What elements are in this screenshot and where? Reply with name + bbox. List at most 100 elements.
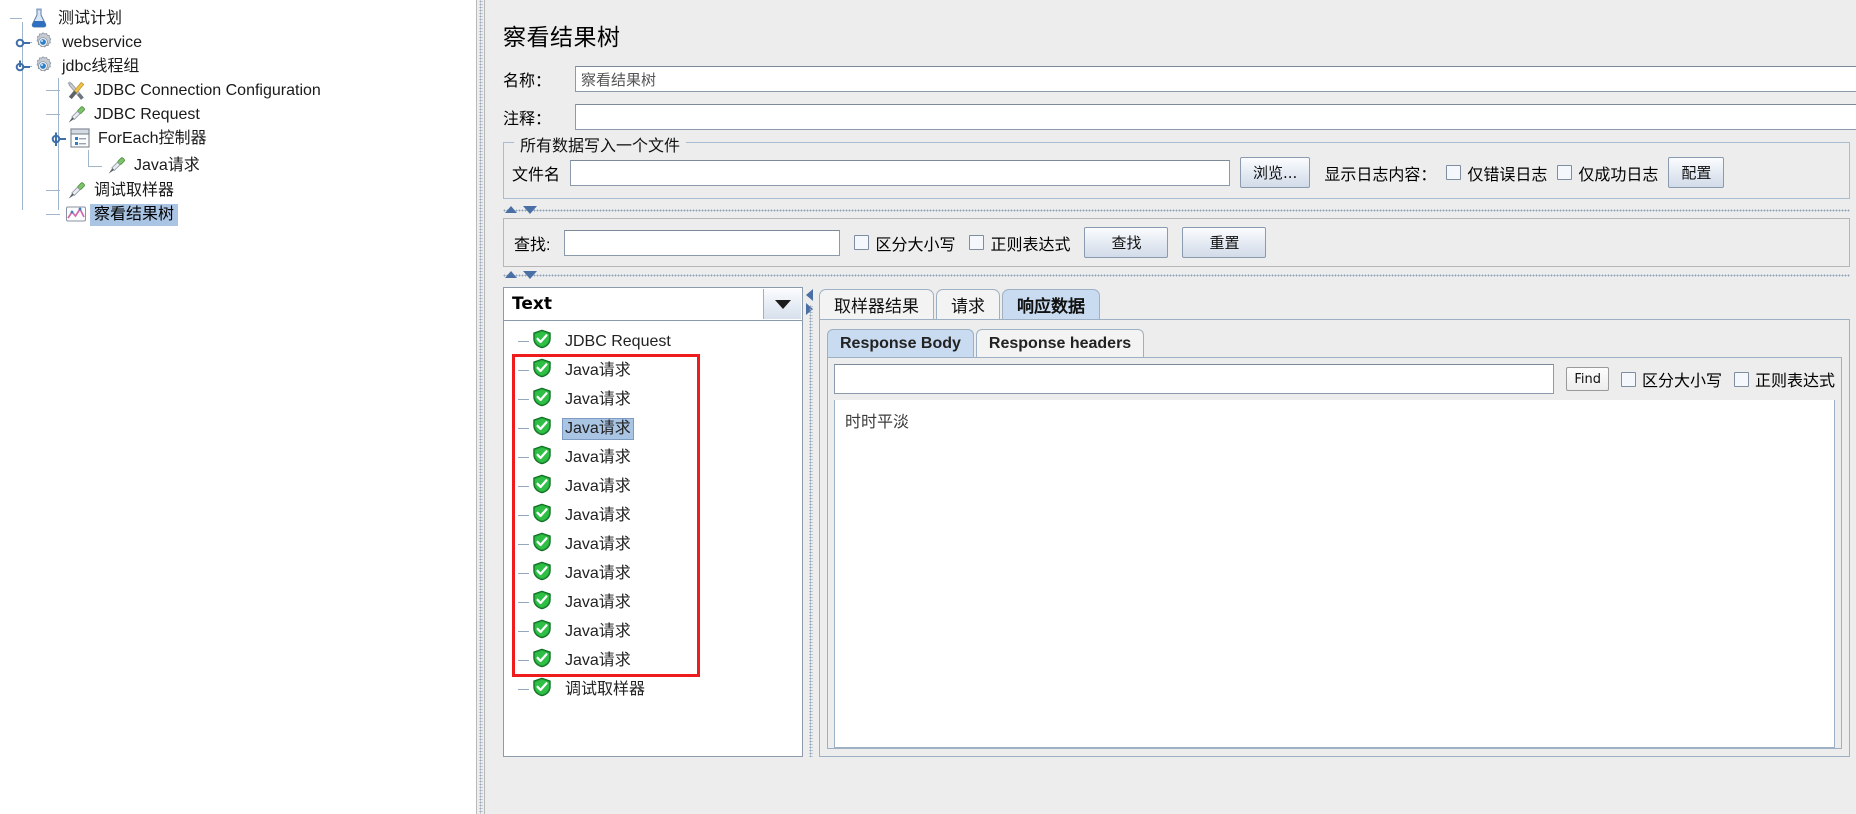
jmeter-window: 测试计划 webservice jdbc线程组 JDBC Connection … (0, 0, 1856, 814)
main-splitter[interactable] (476, 0, 485, 814)
result-list-item[interactable]: JDBC Request (504, 327, 802, 356)
result-list-item[interactable]: Java请求 (504, 617, 802, 646)
result-list-item[interactable]: Java请求 (504, 443, 802, 472)
gear-icon (32, 31, 58, 55)
response-regex-checkbox[interactable]: 正则表达式 (1733, 367, 1835, 391)
split-expand-up-icon[interactable] (505, 271, 517, 278)
checkbox-box-icon[interactable] (1446, 165, 1462, 180)
result-list-item[interactable]: Java请求 (504, 646, 802, 675)
errors-only-checkbox[interactable]: 仅错误日志 (1446, 161, 1547, 185)
tree-item-label: JDBC Request (94, 106, 200, 123)
result-list-item[interactable]: 调试取样器 (504, 675, 802, 704)
split-expand-up-icon[interactable] (505, 206, 517, 213)
reset-button[interactable]: 重置 (1182, 227, 1267, 258)
result-list-item[interactable]: Java请求 (504, 501, 802, 530)
response-find-input[interactable] (834, 364, 1555, 394)
tree-connector-line (518, 602, 529, 603)
page-title: 察看结果树 (503, 25, 621, 51)
tree-item-jdbc-request[interactable]: JDBC Request (64, 102, 204, 128)
filename-input[interactable] (570, 159, 1231, 186)
tree-connector-line (88, 150, 89, 166)
success-shield-icon (532, 387, 554, 412)
tree-item-view-results-tree[interactable]: 察看结果树 (64, 202, 179, 228)
pipette-icon (64, 103, 90, 127)
tree-connector-line (518, 689, 529, 690)
success-shield-icon (532, 677, 554, 702)
success-only-checkbox[interactable]: 仅成功日志 (1557, 161, 1658, 185)
test-plan-tree[interactable]: 测试计划 webservice jdbc线程组 JDBC Connection … (0, 0, 476, 814)
split-collapse-left-icon[interactable] (806, 289, 813, 301)
checkbox-box-icon[interactable] (969, 235, 985, 250)
tree-item-debug-sampler[interactable]: 调试取样器 (64, 178, 178, 204)
lower-split-divider[interactable] (503, 270, 1850, 281)
success-shield-icon (532, 445, 554, 470)
tree-connector-line (518, 370, 529, 371)
tree-handle-webservice[interactable] (14, 30, 32, 56)
result-list-item[interactable]: Java请求 (504, 559, 802, 588)
response-case-sensitive-checkbox[interactable]: 区分大小写 (1620, 367, 1722, 391)
search-input[interactable] (564, 229, 841, 256)
browse-button[interactable]: 浏览... (1240, 157, 1311, 188)
success-shield-icon (532, 619, 554, 644)
search-button[interactable]: 查找 (1084, 227, 1169, 258)
tree-connector-line (46, 114, 60, 115)
detail-tab-2[interactable]: 响应数据 (1002, 289, 1100, 319)
configure-button[interactable]: 配置 (1668, 157, 1725, 188)
results-tree-icon (64, 203, 90, 227)
result-list-item[interactable]: Java请求 (504, 472, 802, 501)
result-item-label: Java请求 (565, 477, 631, 495)
checkbox-box-icon[interactable] (1733, 371, 1749, 387)
response-body-text[interactable]: 时时平淡 (834, 400, 1835, 748)
tree-toggle-expanded-icon[interactable] (50, 130, 68, 148)
tree-item-label: JDBC Connection Configuration (94, 82, 321, 99)
split-expand-down-icon[interactable] (523, 271, 537, 279)
response-subtabstrip[interactable]: Response Body Response headers (827, 327, 1842, 357)
checkbox-box-icon[interactable] (1620, 371, 1636, 387)
tree-item-jdbc-connection-configuration[interactable]: JDBC Connection Configuration (64, 78, 325, 104)
detail-tab-0[interactable]: 取样器结果 (819, 289, 934, 319)
success-shield-icon (532, 474, 554, 499)
log-display-label: 显示日志内容： (1324, 166, 1437, 184)
detail-tab-1[interactable]: 请求 (936, 289, 1000, 319)
view-results-tree-panel: 察看结果树 名称： 注释： 所有数据写入一个文件 文件名 浏览... 显示日志内… (485, 0, 1856, 814)
detail-tabstrip[interactable]: 取样器结果 请求 响应数据 (819, 287, 1850, 319)
comment-input[interactable] (575, 104, 1856, 130)
search-case-sensitive-checkbox[interactable]: 区分大小写 (854, 231, 955, 255)
tree-toggle-collapsed-icon[interactable] (14, 34, 32, 52)
search-regex-checkbox[interactable]: 正则表达式 (969, 231, 1070, 255)
tree-item-jdbc-thread-group[interactable]: jdbc线程组 (32, 54, 143, 80)
tree-item-test-plan[interactable]: 测试计划 (28, 6, 126, 32)
tree-item-foreach-controller[interactable]: ForEach控制器 (68, 126, 210, 152)
response-subtab-0[interactable]: Response Body (827, 329, 974, 357)
checkbox-box-icon[interactable] (854, 235, 870, 250)
results-tree-list[interactable]: JDBC Request Java请求 Java请求 Java请求 Java请求 Java… (503, 321, 803, 757)
tree-item-java-request[interactable]: Java请求 (104, 153, 204, 179)
result-list-item[interactable]: Java请求 (504, 588, 802, 617)
group-title: 所有数据写入一个文件 (514, 132, 687, 156)
checkbox-box-icon[interactable] (1557, 165, 1573, 180)
renderer-select[interactable]: Text (503, 287, 803, 321)
split-expand-down-icon[interactable] (523, 206, 537, 214)
name-input[interactable] (575, 66, 1856, 92)
result-list-item[interactable]: Java请求 (504, 385, 802, 414)
tree-handle-jdbc-thread-group[interactable] (14, 54, 32, 80)
response-case-sensitive-label: 区分大小写 (1641, 373, 1722, 390)
result-item-label: JDBC Request (565, 332, 671, 350)
response-subtab-1[interactable]: Response headers (975, 329, 1145, 357)
find-label: 查找: (514, 236, 551, 254)
tree-toggle-expanded-icon[interactable] (14, 58, 32, 76)
chevron-down-icon[interactable] (763, 289, 801, 319)
upper-split-divider[interactable] (503, 205, 1850, 216)
result-item-label: Java请求 (565, 622, 631, 640)
results-detail-splitter[interactable] (805, 287, 817, 757)
result-list-item[interactable]: Java请求 (504, 356, 802, 385)
tree-handle-foreach-controller[interactable] (50, 126, 68, 152)
result-list-item[interactable]: Java请求 (504, 414, 802, 443)
result-list-item[interactable]: Java请求 (504, 530, 802, 559)
result-item-label: Java请求 (565, 506, 631, 524)
response-find-button[interactable]: Find (1566, 367, 1609, 391)
success-only-label: 仅成功日志 (1578, 166, 1659, 184)
tree-connector-line (518, 660, 529, 661)
tree-connector-line (518, 428, 529, 429)
tree-item-webservice[interactable]: webservice (32, 30, 146, 56)
